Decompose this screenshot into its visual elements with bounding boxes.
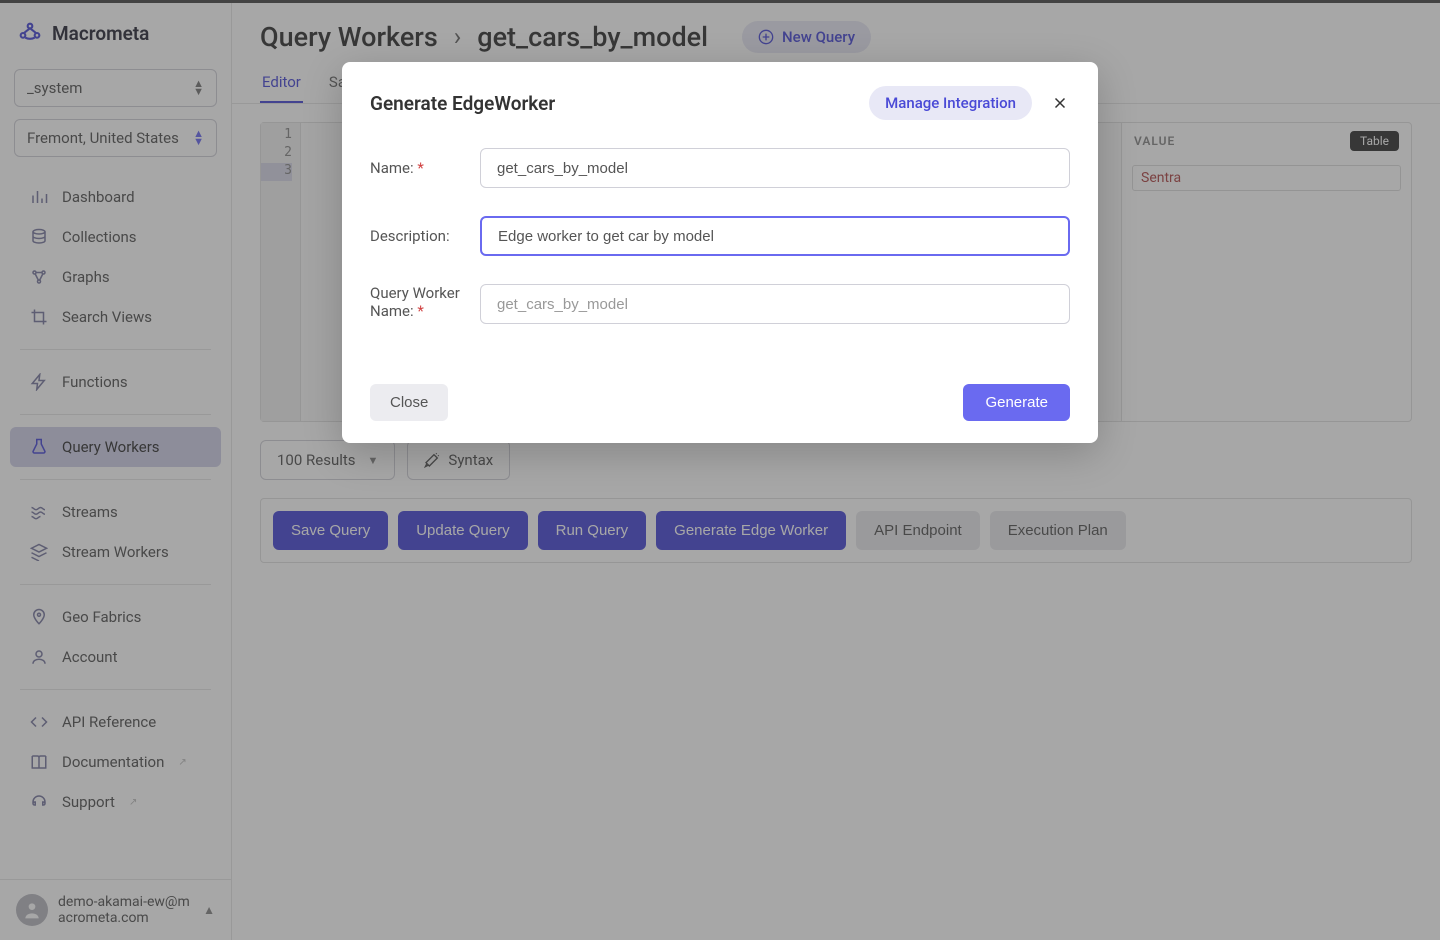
query-worker-name-input (480, 284, 1070, 324)
name-label: Name: * (370, 159, 462, 177)
close-icon[interactable] (1050, 93, 1070, 113)
modal-title: Generate EdgeWorker (370, 92, 555, 115)
description-input[interactable] (480, 216, 1070, 256)
modal-generate-button[interactable]: Generate (963, 384, 1070, 421)
generate-edgeworker-modal: Generate EdgeWorker Manage Integration N… (342, 62, 1098, 443)
name-input[interactable] (480, 148, 1070, 188)
description-label: Description: (370, 227, 462, 245)
manage-integration-button[interactable]: Manage Integration (869, 86, 1032, 120)
modal-close-button[interactable]: Close (370, 384, 448, 421)
modal-overlay: Generate EdgeWorker Manage Integration N… (0, 0, 1440, 940)
query-worker-name-label: Query Worker Name: * (370, 284, 462, 320)
